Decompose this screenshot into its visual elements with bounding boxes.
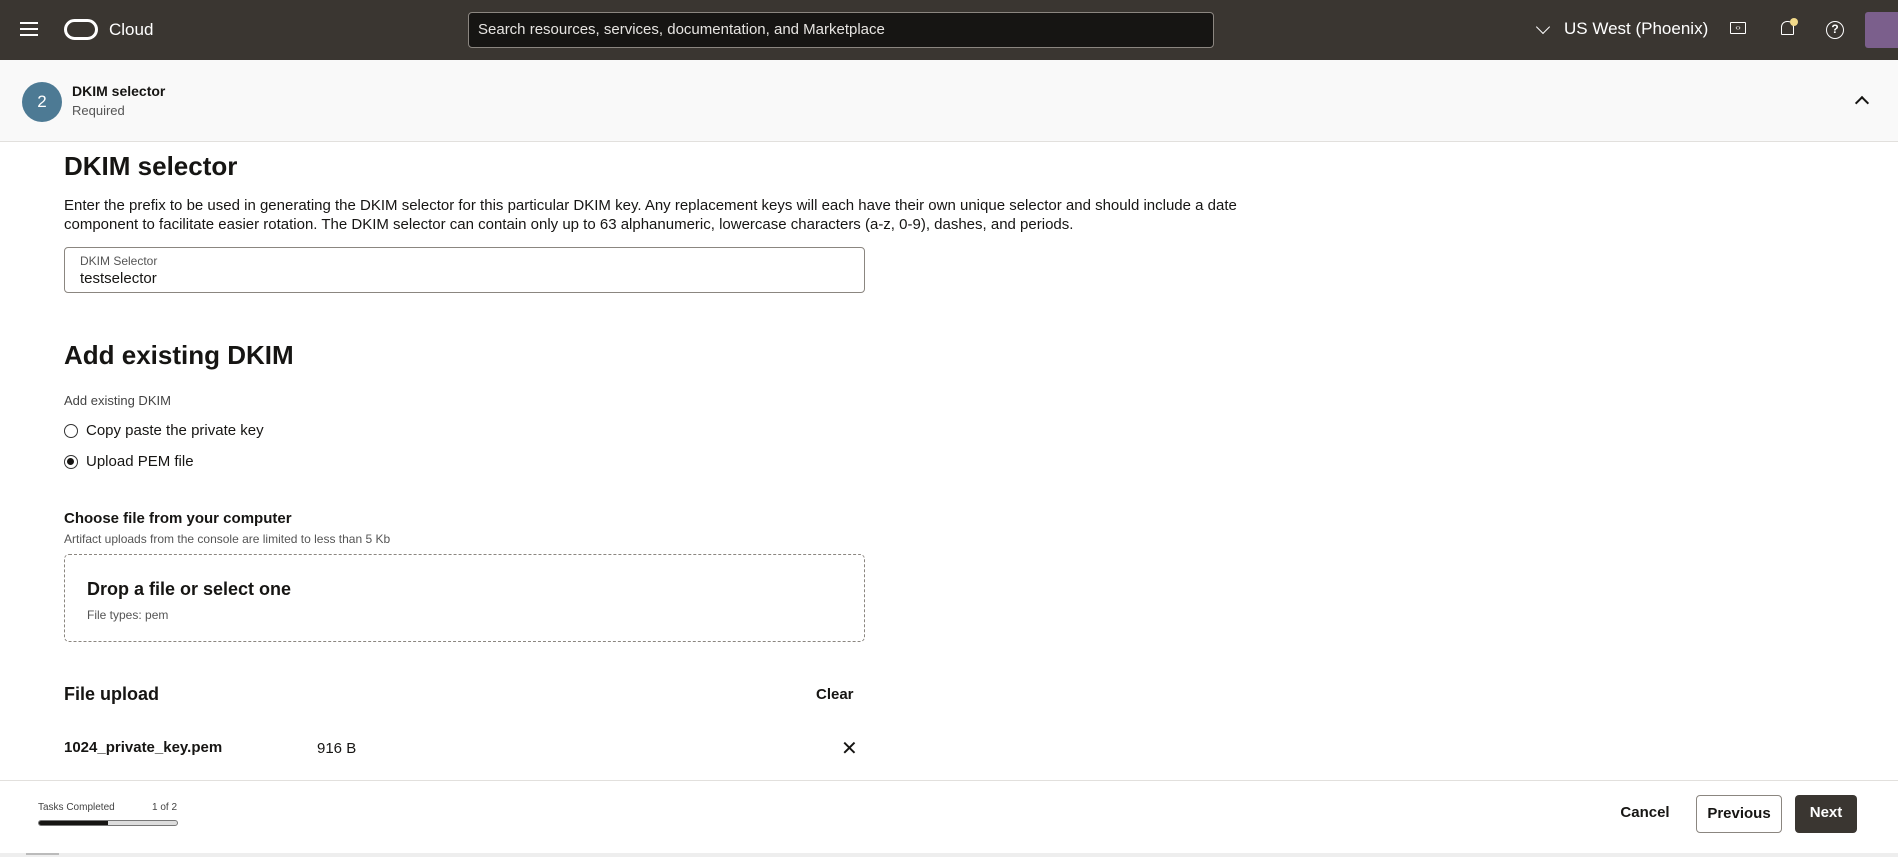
tasks-completed-label: Tasks Completed — [38, 802, 115, 813]
oracle-logo-icon[interactable] — [64, 19, 98, 40]
next-button[interactable]: Next — [1795, 795, 1857, 833]
drop-title: Drop a file or select one — [87, 579, 292, 599]
step-title: DKIM selector — [72, 83, 166, 99]
radio-label-copy-paste[interactable]: Copy paste the private key — [86, 422, 264, 439]
file-size-note: Artifact uploads from the console are li… — [64, 532, 391, 546]
radio-copy-paste[interactable] — [64, 424, 78, 438]
file-drop-zone[interactable]: Drop a file or select one File types: pe… — [64, 554, 865, 642]
top-header: Cloud Search resources, services, docume… — [0, 0, 1898, 60]
region-selector[interactable]: US West (Phoenix) — [1564, 19, 1708, 39]
cancel-button[interactable]: Cancel — [1612, 795, 1678, 833]
clear-button[interactable]: Clear — [816, 686, 854, 703]
previous-button[interactable]: Previous — [1696, 795, 1782, 833]
help-icon[interactable]: ? — [1826, 21, 1844, 39]
menu-icon[interactable] — [20, 22, 38, 36]
chevron-up-icon[interactable] — [1854, 95, 1870, 111]
tasks-count: 1 of 2 — [152, 802, 178, 813]
step-subtitle: Required — [72, 103, 125, 118]
footer-divider — [0, 780, 1898, 781]
file-name: 1024_private_key.pem — [64, 739, 223, 756]
avatar[interactable] — [1865, 12, 1898, 48]
brand-label[interactable]: Cloud — [109, 20, 153, 40]
file-size: 916 B — [317, 740, 357, 757]
field-value[interactable]: testselector — [80, 270, 157, 287]
step-header[interactable]: 2 DKIM selector Required — [0, 60, 1898, 142]
file-chooser-label: Choose file from your computer — [64, 510, 292, 527]
step-number-badge: 2 — [22, 82, 62, 122]
radio-upload-pem[interactable] — [64, 455, 78, 469]
file-upload-heading: File upload — [64, 684, 160, 704]
remove-file-icon[interactable]: ✕ — [841, 736, 858, 761]
section-heading-dkim-selector: DKIM selector — [64, 151, 238, 181]
notifications-icon[interactable] — [1781, 18, 1798, 35]
section-heading-add-existing: Add existing DKIM — [64, 340, 294, 370]
radio-label-upload-pem[interactable]: Upload PEM file — [86, 453, 194, 470]
tasks-progress-fill — [39, 821, 108, 825]
radio-group-label: Add existing DKIM — [64, 393, 171, 408]
search-input[interactable]: Search resources, services, documentatio… — [468, 12, 1214, 48]
chevron-down-icon[interactable] — [1535, 19, 1551, 35]
horizontal-scrollbar[interactable] — [0, 853, 1898, 857]
drop-file-types: File types: pem — [87, 608, 169, 622]
field-label: DKIM Selector — [80, 254, 158, 268]
dkim-selector-input[interactable]: DKIM Selector testselector — [64, 247, 865, 293]
section-description: Enter the prefix to be used in generatin… — [64, 197, 1237, 233]
developer-tools-icon[interactable]: ‹› — [1730, 22, 1746, 34]
tasks-progress-bar — [38, 820, 178, 826]
